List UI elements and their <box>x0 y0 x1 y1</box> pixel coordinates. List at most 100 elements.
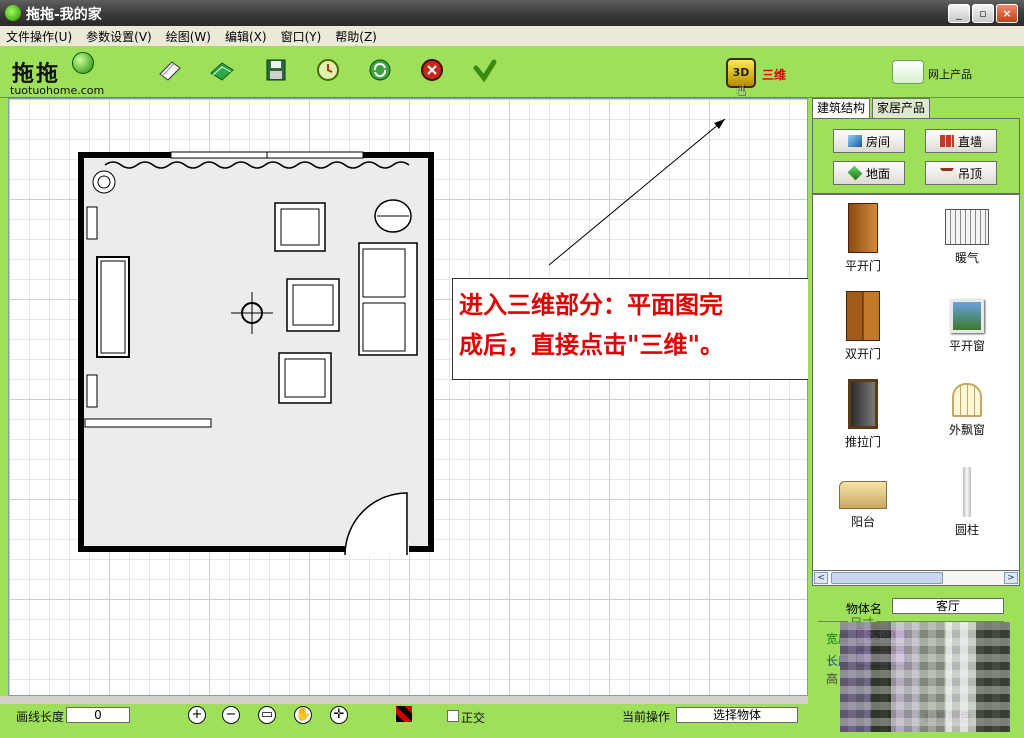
three-d-button[interactable]: 3D 三维 ☝ <box>702 50 798 99</box>
item-label: 平开门 <box>844 259 881 273</box>
item-swing-door[interactable]: 平开门 <box>823 199 903 279</box>
ortho-checkbox[interactable] <box>447 710 459 722</box>
callout-arrow-line <box>548 118 726 266</box>
stop-icon[interactable] <box>418 56 446 84</box>
column-icon <box>963 467 971 517</box>
armchair-top <box>274 202 326 252</box>
item-label: 推拉门 <box>844 435 881 449</box>
scroll-left-arrow[interactable]: < <box>814 572 828 584</box>
bay-window-icon <box>952 383 982 417</box>
window-controls: _ ▫ × <box>948 4 1018 23</box>
balcony-icon <box>839 481 887 509</box>
clock-icon[interactable] <box>314 56 342 84</box>
structure-tools: 房间 直墙 地面 吊顶 <box>812 118 1020 194</box>
double-door-icon <box>846 291 880 341</box>
radiator-icon <box>945 209 989 245</box>
floor-button[interactable]: 地面 <box>833 161 905 185</box>
minimize-button[interactable]: _ <box>948 4 970 23</box>
speaker-left-bottom <box>86 374 98 408</box>
room-icon <box>847 135 862 147</box>
online-products-label: 网上产品 <box>928 68 972 81</box>
callout-line-1: 进入三维部分：平面图完 <box>459 290 723 319</box>
gallery-scrollbar[interactable]: < > <box>812 570 1020 586</box>
item-bay-window[interactable]: 外飘窗 <box>927 375 1007 455</box>
menu-draw[interactable]: 绘图(W) <box>166 28 211 45</box>
online-products-button[interactable]: 网上产品 <box>892 56 992 88</box>
armchair-bottom <box>278 352 332 404</box>
floor-button-label: 地面 <box>865 166 890 181</box>
floor-plan-drawing <box>78 118 726 556</box>
brick-wall-icon <box>939 135 954 147</box>
pan-hand-icon[interactable]: ✋ <box>294 706 312 724</box>
products-box-icon <box>892 60 924 84</box>
coffee-table <box>286 278 340 332</box>
item-label: 平开窗 <box>948 339 985 353</box>
room-button[interactable]: 房间 <box>833 129 905 153</box>
item-double-door[interactable]: 双开门 <box>823 287 903 367</box>
component-gallery: 平开门 暖气 双开门 平开窗 推拉门 外飘窗 阳台 圆柱 <box>812 194 1020 586</box>
object-name-field[interactable]: 客厅 <box>892 598 1004 614</box>
save-icon[interactable] <box>262 56 290 84</box>
swing-door-icon <box>848 203 878 253</box>
item-label: 暖气 <box>954 251 979 265</box>
item-sliding-door[interactable]: 推拉门 <box>823 375 903 455</box>
left-border <box>0 98 8 696</box>
shelf <box>84 418 212 428</box>
tab-home-products[interactable]: 家居产品 <box>872 98 931 118</box>
app-icon <box>5 5 21 21</box>
menu-window[interactable]: 窗口(Y) <box>281 28 322 45</box>
ceiling-button[interactable]: 吊顶 <box>925 161 997 185</box>
tv-cabinet <box>96 256 130 358</box>
floor-plan-canvas[interactable] <box>8 98 808 696</box>
item-label: 外飘窗 <box>948 423 985 437</box>
callout-arrow-head <box>714 119 725 129</box>
close-button[interactable]: × <box>996 4 1018 23</box>
line-length-field[interactable]: 0 <box>66 707 130 723</box>
tab-building-structure[interactable]: 建筑结构 <box>812 98 871 120</box>
menu-bar: 文件操作(U) 参数设置(V) 绘图(W) 编辑(X) 窗口(Y) 帮助(Z) <box>0 26 1024 46</box>
item-casement-window[interactable]: 平开窗 <box>927 287 1007 367</box>
ceiling-lamp-icon <box>939 168 954 178</box>
menu-settings[interactable]: 参数设置(V) <box>86 28 152 45</box>
move-cross-icon[interactable]: ✛ <box>330 706 348 724</box>
open-book-icon[interactable] <box>208 56 236 84</box>
speaker-left-top <box>86 206 98 240</box>
item-balcony[interactable]: 阳台 <box>823 463 903 543</box>
floor-icon <box>847 165 863 181</box>
three-d-label: 三维 <box>762 68 787 82</box>
menu-edit[interactable]: 编辑(X) <box>225 28 267 45</box>
snap-grid-icon[interactable] <box>396 706 412 722</box>
window-title: 拖拖-我的家 <box>26 7 102 23</box>
new-file-icon[interactable] <box>156 56 184 84</box>
instruction-callout: 进入三维部分：平面图完 成后，直接点击"三维"。 <box>452 278 844 380</box>
menu-file[interactable]: 文件操作(U) <box>6 28 72 45</box>
line-length-label: 画线长度 <box>16 710 65 724</box>
menu-help[interactable]: 帮助(Z) <box>335 28 377 45</box>
current-op-field: 选择物体 <box>676 707 798 723</box>
main-toolbar: 拖拖 tuotuohome.com 3D 三维 ☝ 网上产品 <box>0 46 1024 99</box>
zoom-in-icon[interactable]: + <box>188 706 206 724</box>
leaf-icon <box>72 52 94 74</box>
scroll-thumb[interactable] <box>831 572 943 584</box>
logo-url: tuotuohome.com <box>10 84 105 97</box>
refresh-icon[interactable] <box>366 56 394 84</box>
callout-line-2: 成后，直接点击"三维"。 <box>459 330 725 359</box>
item-label: 圆柱 <box>954 523 979 537</box>
status-bar: 画线长度 0 + − ▭ ✋ ✛ 正交 当前操作 选择物体 <box>0 704 808 738</box>
item-round-column[interactable]: 圆柱 <box>927 463 1007 543</box>
plant <box>92 170 116 194</box>
item-label: 双开门 <box>844 347 881 361</box>
straight-wall-button[interactable]: 直墙 <box>925 129 997 153</box>
casement-window-icon <box>950 299 984 333</box>
restore-button[interactable]: ▫ <box>972 4 994 23</box>
straight-wall-button-label: 直墙 <box>957 134 982 149</box>
pixelated-obscured-area <box>840 622 1010 732</box>
hand-cursor-icon: ☝ <box>736 80 746 99</box>
undo-arrow-icon[interactable] <box>470 56 498 84</box>
ortho-label: 正交 <box>461 711 486 725</box>
fit-view-icon[interactable]: ▭ <box>258 706 276 724</box>
zoom-out-icon[interactable]: − <box>222 706 240 724</box>
sliding-door-icon <box>848 379 878 429</box>
item-radiator[interactable]: 暖气 <box>927 199 1007 279</box>
scroll-right-arrow[interactable]: > <box>1004 572 1018 584</box>
